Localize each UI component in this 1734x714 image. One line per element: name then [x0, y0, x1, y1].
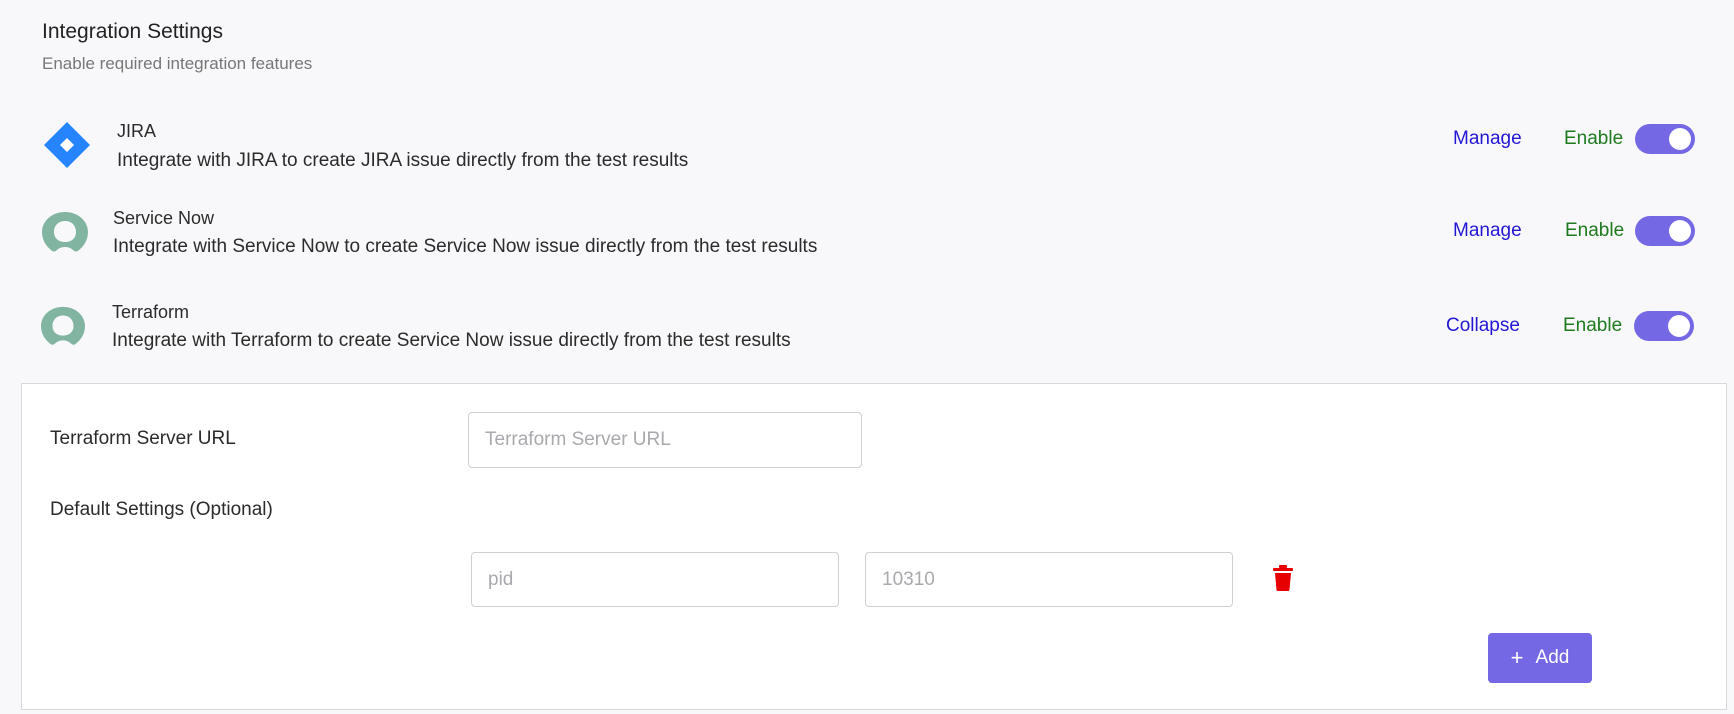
terraform-logo-icon: [41, 306, 85, 353]
page-title: Integration Settings: [42, 20, 223, 43]
integration-row-servicenow: Service Now Integrate with Service Now t…: [0, 198, 1734, 268]
integration-name: JIRA: [117, 121, 157, 141]
manage-jira-button[interactable]: Manage: [1453, 128, 1522, 150]
setting-value-input[interactable]: [865, 552, 1233, 607]
collapse-terraform-button[interactable]: Collapse: [1446, 315, 1520, 337]
jira-logo-icon: [43, 121, 91, 174]
plus-icon: +: [1510, 645, 1524, 670]
trash-icon[interactable]: [1273, 565, 1293, 596]
enable-label: Enable: [1563, 315, 1623, 336]
servicenow-logo-icon: [42, 212, 88, 259]
jira-enable-toggle[interactable]: [1635, 124, 1695, 154]
integration-description: Integrate with Service Now to create Ser…: [113, 236, 818, 257]
enable-label: Enable: [1564, 128, 1624, 149]
integration-row-terraform: Terraform Integrate with Terraform to cr…: [0, 292, 1734, 362]
enable-label: Enable: [1565, 220, 1625, 241]
server-url-label: Terraform Server URL: [50, 428, 236, 449]
toggle-knob: [1669, 128, 1691, 150]
toggle-knob: [1669, 220, 1691, 242]
integration-description: Integrate with JIRA to create JIRA issue…: [117, 150, 689, 171]
integration-name: Service Now: [113, 208, 215, 228]
default-settings-label: Default Settings (Optional): [50, 499, 273, 520]
terraform-enable-toggle[interactable]: [1634, 311, 1694, 341]
setting-key-input[interactable]: [471, 552, 839, 607]
page-subtitle: Enable required integration features: [42, 54, 313, 73]
add-setting-button[interactable]: + Add: [1488, 633, 1592, 683]
server-url-input[interactable]: [468, 412, 862, 468]
terraform-settings-panel: Terraform Server URL Default Settings (O…: [21, 383, 1727, 710]
section-header: Integration Settings Enable required int…: [42, 20, 312, 74]
servicenow-enable-toggle[interactable]: [1635, 216, 1695, 246]
integration-description: Integrate with Terraform to create Servi…: [112, 330, 791, 351]
integration-name: Terraform: [112, 302, 190, 322]
add-button-label: Add: [1535, 647, 1570, 668]
toggle-knob: [1668, 315, 1690, 337]
integration-row-jira: JIRA Integrate with JIRA to create JIRA …: [0, 110, 1734, 180]
manage-servicenow-button[interactable]: Manage: [1453, 220, 1522, 242]
